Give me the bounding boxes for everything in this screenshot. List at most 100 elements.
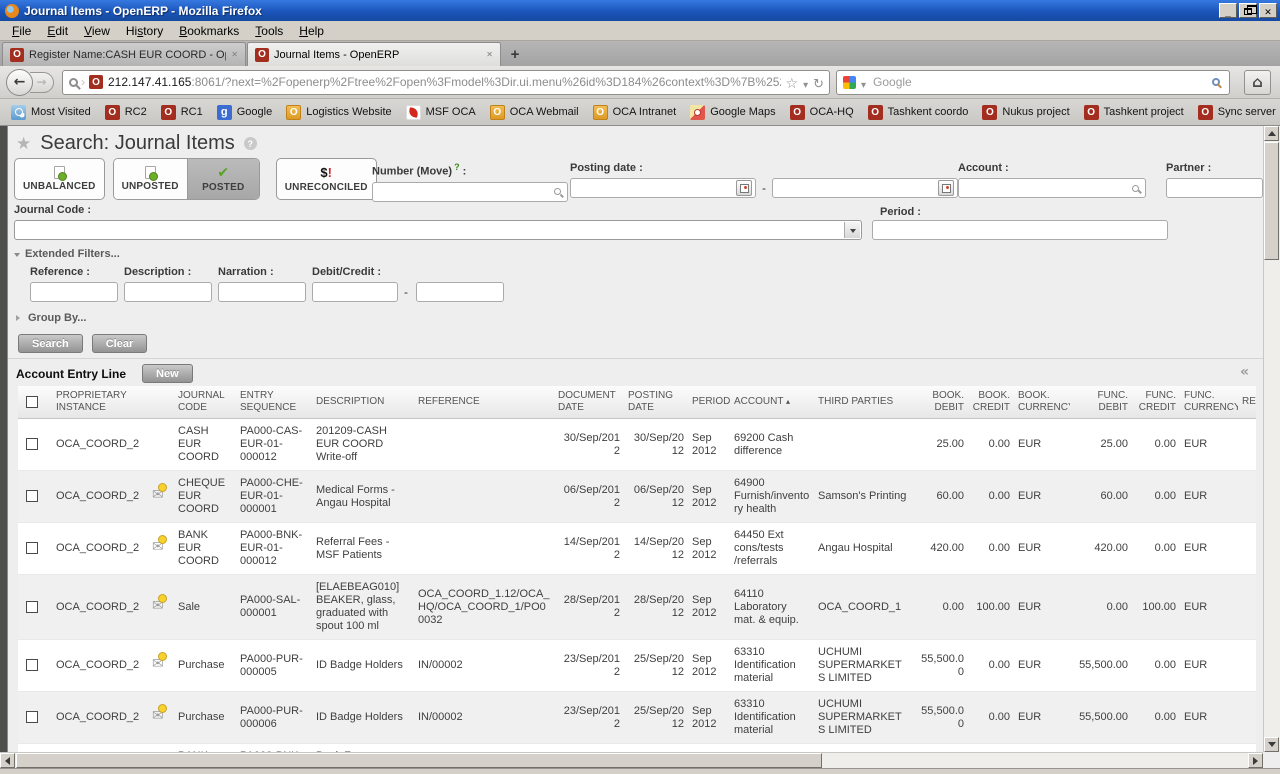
table-row[interactable]: OCA_COORD_2PurchasePA000-PUR-000005ID Ba… xyxy=(18,640,1256,692)
bookmark-rc2[interactable]: RC2 xyxy=(98,102,154,123)
table-row[interactable]: OCA_COORD_2SalePA000-SAL-000001[ELAEBEAG… xyxy=(18,575,1256,640)
scroll-down-button[interactable] xyxy=(1264,737,1279,752)
row-checkbox[interactable] xyxy=(26,542,38,554)
search-magnifier-icon[interactable] xyxy=(1212,78,1220,86)
extended-filters-toggle[interactable]: Extended Filters... xyxy=(14,248,120,260)
search-button[interactable]: Search xyxy=(18,334,83,353)
column-header-account[interactable]: Account xyxy=(730,386,814,419)
column-header-func_debit[interactable]: Func. Debit xyxy=(1070,386,1132,419)
bookmark-msf-oca[interactable]: MSF OCA xyxy=(399,102,483,123)
horizontal-scroll-thumb[interactable] xyxy=(16,753,822,768)
new-tab-button[interactable] xyxy=(502,44,528,65)
close-button[interactable] xyxy=(1259,3,1277,18)
attachment-icon[interactable] xyxy=(152,656,164,672)
bookmark-most-visited[interactable]: Most Visited xyxy=(4,102,98,123)
filter-posted-button[interactable]: POSTED xyxy=(187,159,259,199)
tab-register-name[interactable]: Register Name:CASH EUR COORD - Ope... xyxy=(2,42,246,66)
restore-button[interactable] xyxy=(1239,3,1257,18)
attachment-icon[interactable] xyxy=(152,598,164,614)
attachment-icon[interactable] xyxy=(152,539,164,555)
debit-credit-to-input[interactable] xyxy=(416,282,504,302)
vertical-scrollbar[interactable] xyxy=(1263,126,1280,752)
url-text[interactable]: 212.147.41.165:8061/?next=%2Fopenerp%2Ft… xyxy=(108,75,781,89)
narration-input[interactable] xyxy=(218,282,306,302)
page-help-icon[interactable]: ? xyxy=(244,137,257,150)
scroll-up-button[interactable] xyxy=(1264,126,1279,141)
journal-code-select[interactable] xyxy=(14,220,862,240)
site-identity-icon[interactable] xyxy=(69,78,78,87)
filter-unreconciled-button[interactable]: UNRECONCILED xyxy=(276,158,377,200)
debit-credit-from-input[interactable] xyxy=(312,282,398,302)
description-input[interactable] xyxy=(124,282,212,302)
calendar-icon[interactable] xyxy=(736,180,752,196)
menu-item-bookmarks[interactable]: Bookmarks xyxy=(171,22,247,40)
column-header-description[interactable]: Description xyxy=(312,386,414,419)
horizontal-scrollbar[interactable] xyxy=(0,752,1263,768)
bookmark-oca-webmail[interactable]: OCA Webmail xyxy=(483,102,586,123)
url-bar[interactable]: 212.147.41.165:8061/?next=%2Fopenerp%2Ft… xyxy=(62,70,830,95)
new-button[interactable]: New xyxy=(142,364,193,383)
reference-input[interactable] xyxy=(30,282,118,302)
posting-date-from-input[interactable] xyxy=(570,178,756,198)
bookmark-logistics-website[interactable]: Logistics Website xyxy=(279,102,398,123)
search-bar[interactable]: Google xyxy=(836,70,1230,95)
period-input[interactable] xyxy=(872,220,1168,240)
number-move-input[interactable] xyxy=(372,182,568,202)
column-header-re[interactable]: Re xyxy=(1238,386,1256,419)
column-header-post_date[interactable]: Posting Date xyxy=(624,386,688,419)
menu-item-edit[interactable]: Edit xyxy=(39,22,76,40)
vertical-scroll-thumb[interactable] xyxy=(1264,142,1279,260)
bookmark-google[interactable]: Google xyxy=(210,102,279,123)
table-row[interactable]: OCA_COORD_2CASH EUR COORDPA000-CAS-EUR-0… xyxy=(18,419,1256,471)
column-header-third_parties[interactable]: Third Parties xyxy=(814,386,912,419)
table-row[interactable]: OCA_COORD_2PurchasePA000-PUR-000006ID Ba… xyxy=(18,692,1256,744)
select-all-checkbox[interactable] xyxy=(26,396,38,408)
tab-close-icon[interactable] xyxy=(231,49,238,60)
bookmark-star-icon[interactable] xyxy=(786,73,799,92)
column-header-journal[interactable]: Journal Code xyxy=(174,386,236,419)
column-header-book_currency[interactable]: Book. Currency xyxy=(1014,386,1070,419)
bookmark-tashkent-project[interactable]: Tashkent project xyxy=(1077,102,1191,123)
menu-item-tools[interactable]: Tools xyxy=(247,22,291,40)
filter-unbalanced-button[interactable]: UNBALANCED xyxy=(14,158,105,200)
table-row[interactable]: OCA_COORD_2BANK EUR COORDPA000-BNK-EUR-0… xyxy=(18,523,1256,575)
menu-item-file[interactable]: File xyxy=(4,22,39,40)
bookmark-oca-hq[interactable]: OCA-HQ xyxy=(783,102,861,123)
bookmark-sync-server[interactable]: Sync server xyxy=(1191,102,1280,123)
bookmark-oca-intranet[interactable]: OCA Intranet xyxy=(586,102,684,123)
tab-close-icon[interactable] xyxy=(486,49,493,60)
row-checkbox[interactable] xyxy=(26,601,38,613)
forward-button[interactable] xyxy=(30,72,54,93)
bookmark-nukus-project[interactable]: Nukus project xyxy=(975,102,1076,123)
row-checkbox[interactable] xyxy=(26,659,38,671)
menu-item-help[interactable]: Help xyxy=(291,22,332,40)
url-dropdown-icon[interactable] xyxy=(803,73,808,92)
scroll-left-button[interactable] xyxy=(0,753,15,768)
menu-item-history[interactable]: History xyxy=(118,22,171,40)
column-header-doc_date[interactable]: Document Date xyxy=(554,386,624,419)
row-checkbox[interactable] xyxy=(26,711,38,723)
row-checkbox[interactable] xyxy=(26,490,38,502)
row-checkbox[interactable] xyxy=(26,438,38,450)
attachment-icon[interactable] xyxy=(152,708,164,724)
favorite-star-icon[interactable] xyxy=(16,134,31,154)
minimize-button[interactable] xyxy=(1219,3,1237,18)
scroll-right-button[interactable] xyxy=(1248,753,1263,768)
group-by-toggle[interactable]: Group By... xyxy=(14,312,86,324)
partner-input[interactable] xyxy=(1166,178,1263,198)
select-dropdown-button[interactable] xyxy=(844,222,860,238)
filter-unposted-button[interactable]: UNPOSTED xyxy=(114,159,187,199)
column-header-instance[interactable]: Proprietary Instance xyxy=(52,386,148,419)
column-header-sequence[interactable]: Entry Sequence xyxy=(236,386,312,419)
menu-item-view[interactable]: View xyxy=(76,22,118,40)
column-header-book_credit[interactable]: Book. Credit xyxy=(968,386,1014,419)
home-button[interactable] xyxy=(1244,70,1271,95)
account-input[interactable] xyxy=(958,178,1146,198)
collapse-panel-icon[interactable] xyxy=(1240,364,1249,380)
posting-date-to-input[interactable] xyxy=(772,178,958,198)
tab-journal-items[interactable]: Journal Items - OpenERP xyxy=(247,42,501,66)
table-row[interactable]: OCA_COORD_2CHEQUE EUR COORDPA000-CHE-EUR… xyxy=(18,471,1256,523)
calendar-icon[interactable] xyxy=(938,180,954,196)
column-header-book_debit[interactable]: Book. Debit xyxy=(912,386,968,419)
column-header-func_currency[interactable]: Func. Currency xyxy=(1180,386,1238,419)
